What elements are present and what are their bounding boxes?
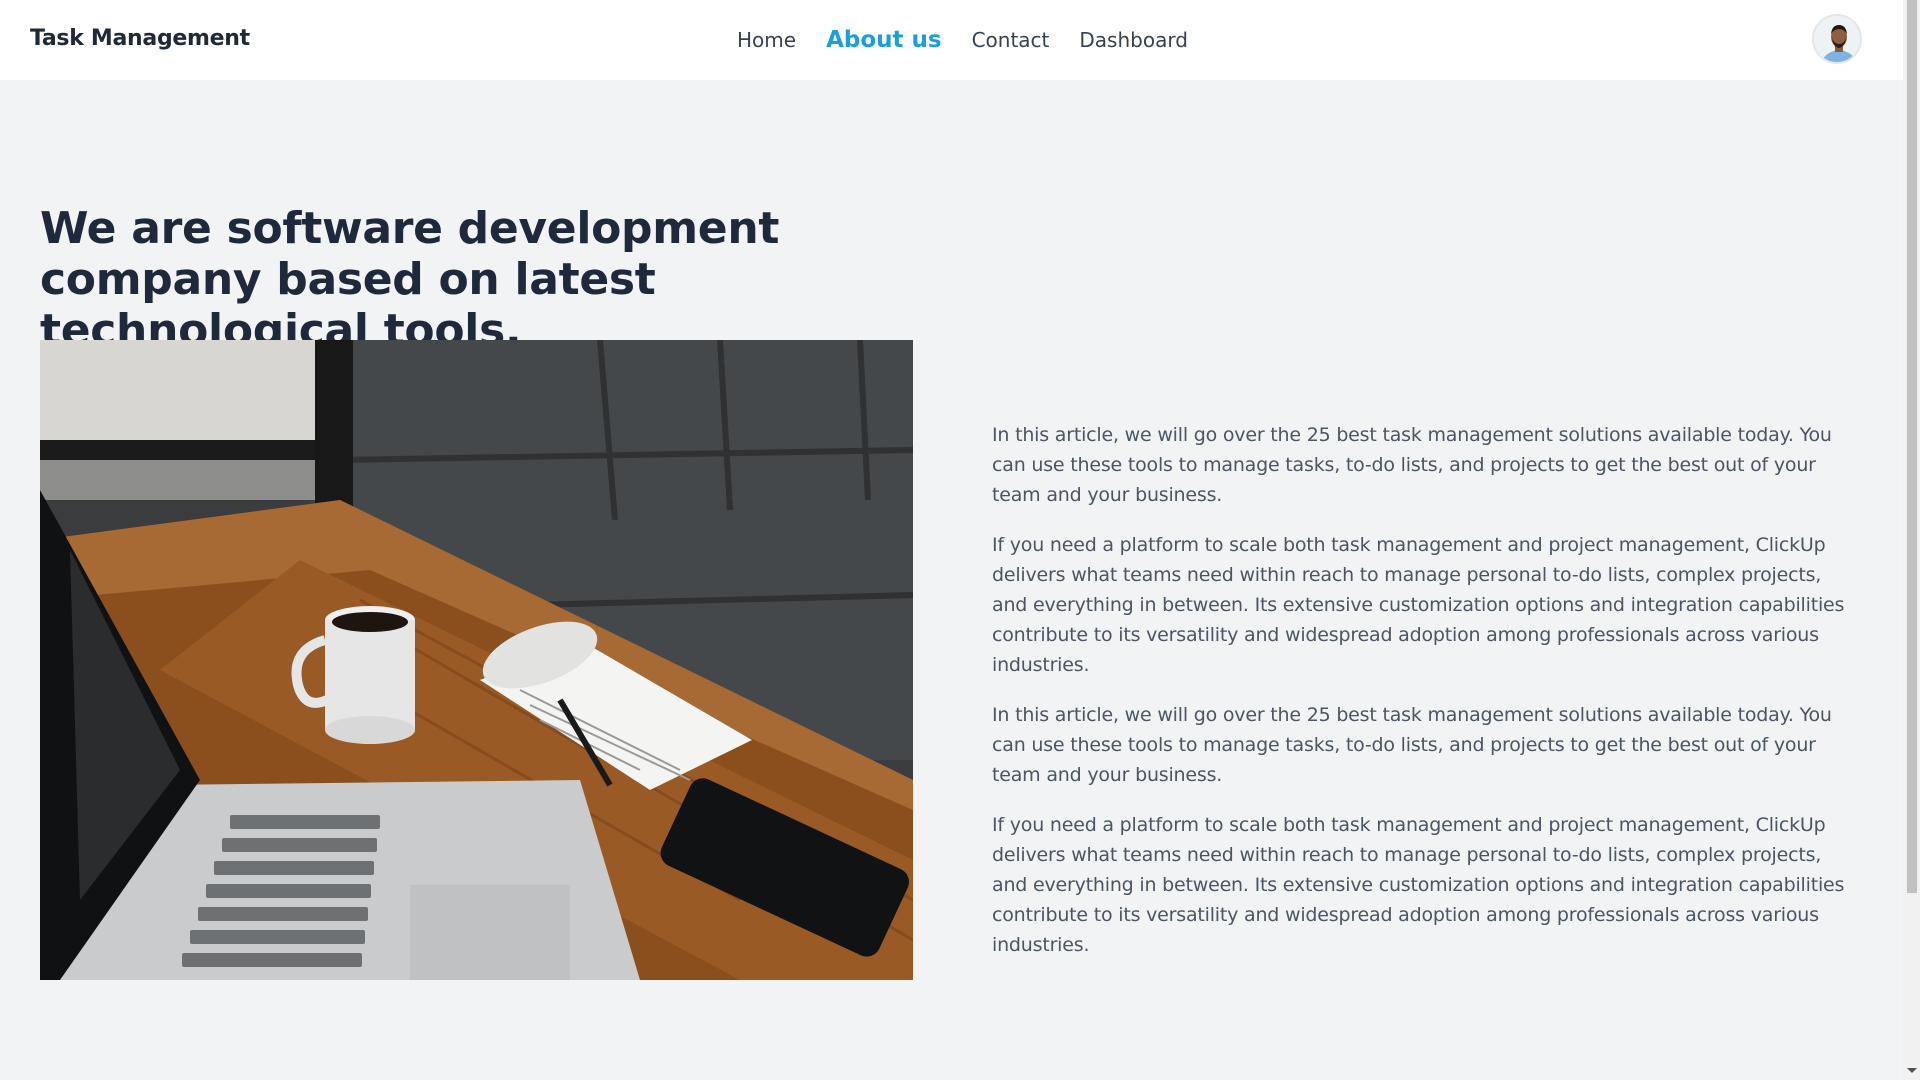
user-avatar-icon xyxy=(1814,16,1860,62)
about-paragraph: If you need a platform to scale both tas… xyxy=(992,814,1845,956)
nav-link-home[interactable]: Home xyxy=(737,28,796,52)
top-navbar: Task Management Home About us Contact Da… xyxy=(0,0,1903,80)
page-headline: We are software development company base… xyxy=(40,203,780,356)
user-avatar[interactable] xyxy=(1812,14,1862,64)
vertical-scrollbar[interactable] xyxy=(1903,0,1920,1080)
about-paragraph: In this article, we will go over the 25 … xyxy=(992,424,1832,506)
desk-workspace-photo xyxy=(40,340,913,980)
brand-logo-text[interactable]: Task Management xyxy=(30,26,250,51)
scrollbar-thumb[interactable] xyxy=(1907,0,1917,893)
about-content: In this article, we will go over the 25 … xyxy=(992,420,1862,980)
about-paragraph: In this article, we will go over the 25 … xyxy=(992,704,1832,786)
nav-link-contact[interactable]: Contact xyxy=(972,28,1050,52)
nav-link-about-us[interactable]: About us xyxy=(826,27,942,53)
scroll-down-arrow-icon[interactable] xyxy=(1907,1068,1917,1073)
nav-link-dashboard[interactable]: Dashboard xyxy=(1079,28,1188,52)
desk-workspace-illustration xyxy=(40,340,913,980)
about-paragraph: If you need a platform to scale both tas… xyxy=(992,534,1845,676)
main-nav: Home About us Contact Dashboard xyxy=(737,0,1218,80)
